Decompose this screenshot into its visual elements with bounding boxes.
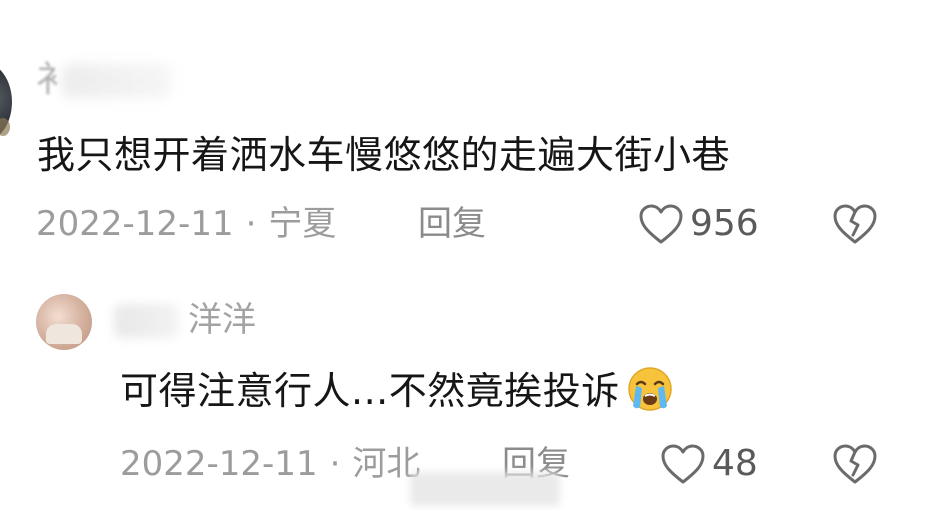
username-blur [62,64,172,98]
broken-heart-icon[interactable] [832,203,878,245]
heart-outline-icon [638,203,684,245]
broken-heart-icon[interactable] [832,443,878,485]
username-blur [114,304,178,338]
avatar[interactable] [0,62,12,142]
reply-username[interactable]: 洋洋 [188,298,256,342]
meta-separator: · [245,204,257,244]
comment-location: 宁夏 [268,204,337,244]
like-count: 48 [712,443,758,484]
meta-separator: · [329,444,341,484]
reply-date: 2022-12-11 [120,444,318,484]
comment-text: 我只想开着洒水车慢悠悠的走遍大街小巷 [37,133,731,177]
reply-text: 可得注意行人...不然竟挨投诉 [120,366,676,424]
comment-meta: 2022-12-11 · 宁夏 [36,202,336,246]
reply-text-content: 可得注意行人...不然竟挨投诉 [120,369,620,413]
username[interactable]: 衤 [36,58,72,102]
like-count: 956 [690,203,759,244]
comment-date: 2022-12-11 [36,204,234,244]
like-button[interactable]: 48 [660,442,758,486]
reply-meta: 2022-12-11 · 河北 [120,442,420,486]
like-button[interactable]: 956 [638,202,759,246]
reply-avatar[interactable] [36,294,92,350]
loudly-crying-face-emoji [624,366,676,424]
watermark-blur [410,472,560,506]
reply-button[interactable]: 回复 [418,202,486,246]
comment-thread: 衤 我只想开着洒水车慢悠悠的走遍大街小巷 2022-12-11 · 宁夏 回复 95… [0,0,934,510]
heart-outline-icon [660,443,706,485]
